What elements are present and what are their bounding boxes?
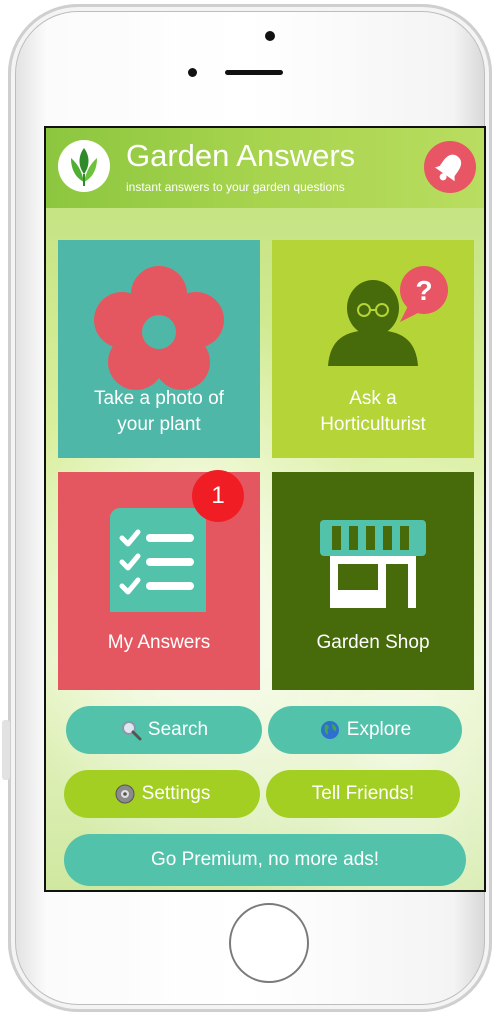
- ask-label-line2: Horticulturist: [320, 414, 426, 435]
- take-photo-label-line2: your plant: [117, 414, 201, 435]
- search-button[interactable]: Search: [66, 706, 262, 754]
- take-photo-tile[interactable]: Take a photo of your plant: [58, 240, 260, 458]
- magnifier-icon: [121, 721, 142, 741]
- front-camera: [265, 31, 275, 41]
- app-logo: [58, 140, 110, 192]
- garden-shop-tile[interactable]: Garden Shop: [272, 472, 474, 690]
- gear-icon: [115, 784, 135, 804]
- go-premium-button[interactable]: Go Premium, no more ads!: [64, 834, 466, 886]
- my-answers-label: My Answers: [107, 632, 211, 653]
- settings-button[interactable]: Settings: [64, 770, 260, 818]
- app-subtitle: instant answers to your garden questions: [126, 180, 345, 194]
- person-question-icon: ?: [328, 266, 448, 366]
- search-label: Search: [147, 719, 209, 740]
- leaf-logo-icon: [71, 148, 97, 186]
- settings-label: Settings: [141, 783, 211, 804]
- notifications-button[interactable]: [424, 141, 476, 193]
- proximity-sensor: [188, 68, 197, 77]
- earpiece-speaker: [225, 70, 283, 75]
- flower-icon: [94, 266, 224, 390]
- tell-friends-button[interactable]: Tell Friends!: [266, 770, 460, 818]
- take-photo-label-line1: Take a photo of: [94, 388, 224, 409]
- bell-icon: [435, 154, 462, 182]
- app-title: Garden Answers: [126, 138, 356, 173]
- ask-horticulturist-tile[interactable]: ? Ask a Horticulturist: [272, 240, 474, 458]
- ask-label-line1: Ask a: [349, 388, 397, 409]
- go-premium-label: Go Premium, no more ads!: [150, 849, 380, 870]
- home-button[interactable]: [229, 903, 309, 983]
- shop-icon: [320, 520, 426, 608]
- svg-text:?: ?: [415, 275, 432, 306]
- app-screen: Garden Answers instant answers to your g…: [44, 126, 486, 892]
- tell-friends-label: Tell Friends!: [311, 783, 415, 804]
- garden-shop-label: Garden Shop: [316, 632, 430, 653]
- phone-side-button: [2, 720, 10, 780]
- explore-label: Explore: [346, 719, 412, 740]
- globe-icon: [320, 721, 339, 739]
- answers-count-badge: 1: [192, 470, 244, 522]
- app-header: Garden Answers instant answers to your g…: [46, 128, 484, 208]
- explore-button[interactable]: Explore: [268, 706, 462, 754]
